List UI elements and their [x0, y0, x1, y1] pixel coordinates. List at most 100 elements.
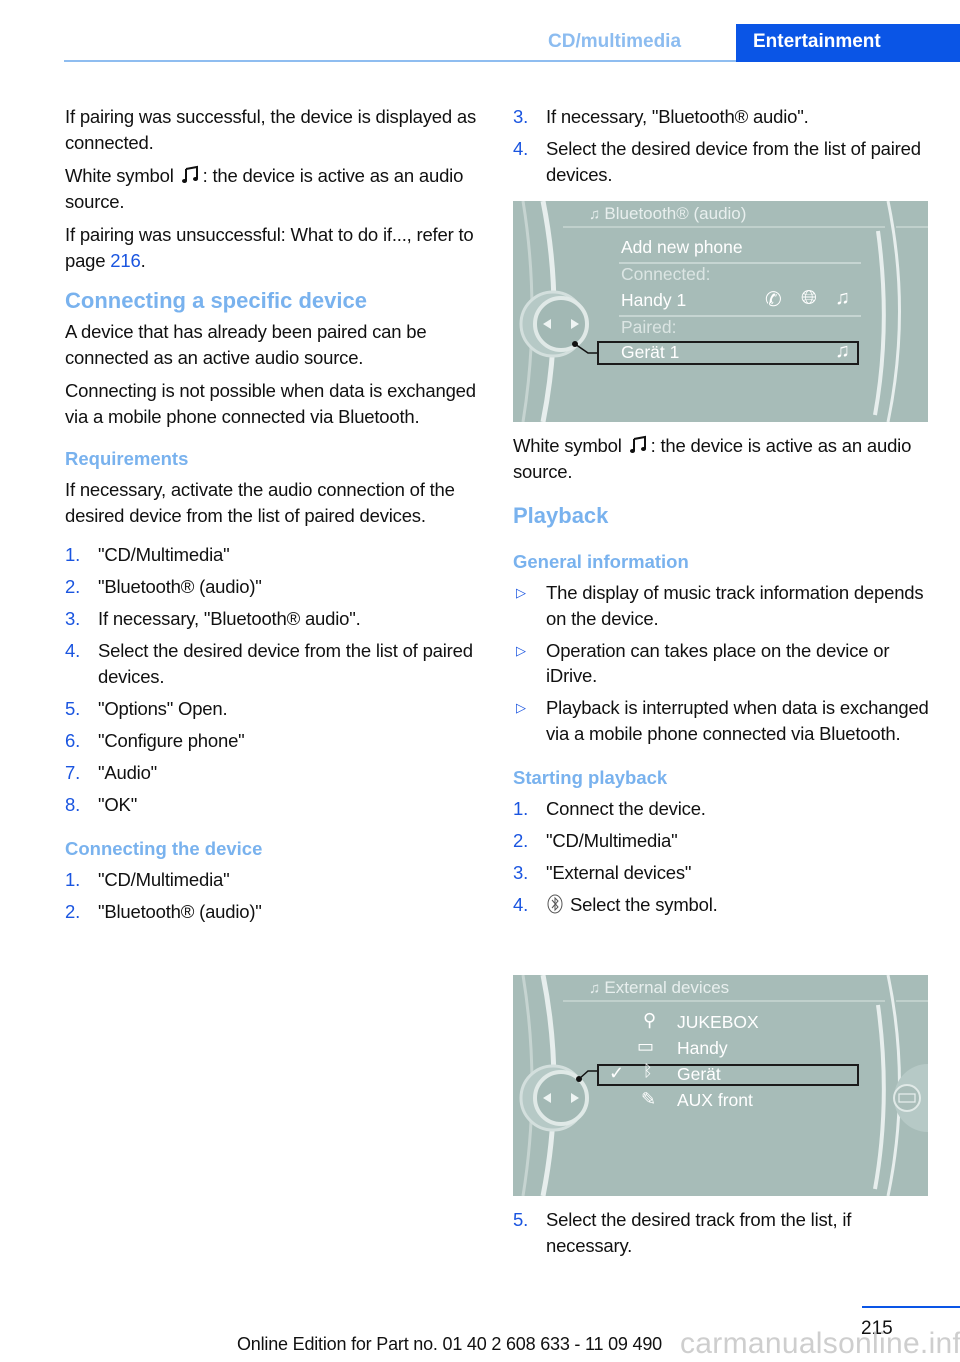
music-note-icon [629, 435, 646, 453]
step-number: 1. [65, 544, 81, 565]
step-text: "Audio" [98, 761, 158, 783]
step-text: "CD/Multimedia" [98, 544, 230, 565]
bullet-item: ▷ Playback is interrupted when data is ex… [513, 695, 931, 746]
step-text: "Bluetooth® (audio)" [98, 576, 262, 597]
music-note-icon [181, 165, 198, 183]
heading-connecting-device: Connecting the device [65, 838, 263, 859]
screen-title-text: External devices [604, 978, 730, 997]
text: White symbol [513, 435, 622, 456]
left-column: If pairing was successful, the device is… [65, 104, 483, 933]
triangle-bullet-icon: ▷ [516, 700, 526, 715]
step-item: 3. If necessary, "Bluetooth® audio". [65, 606, 483, 632]
bullet-text: Playback is interrupted when data is exc… [546, 697, 929, 744]
step-item: 5. Select the desired track from the list… [513, 1207, 931, 1258]
step-number: 4. [513, 894, 529, 915]
external-devices-menu-icon: ♫ [589, 980, 605, 997]
step-number: 1. [513, 798, 529, 819]
step-item: 1. "CD/Multimedia" [65, 542, 483, 568]
menu-item-aux-front[interactable]: AUX front [677, 1090, 753, 1111]
music-note-icon: ♫ [835, 287, 850, 309]
heading-playback: Playback [513, 503, 609, 528]
step-item: 1. Connect the device. [513, 796, 931, 822]
step-number: 3. [513, 106, 529, 127]
aux-plug-icon: ✎ [641, 1089, 657, 1109]
triangle-bullet-icon: ▷ [516, 585, 526, 600]
step-text: "Bluetooth® (audio)" [98, 901, 262, 922]
paragraph-white-symbol: White symbol : the device is active as a… [513, 433, 931, 484]
idrive-screen-bluetooth-audio: ♫ Bluetooth® (audio) Add new phone Conne… [513, 201, 928, 422]
step-text: Select the symbol. [570, 894, 718, 915]
step-item: 2. "Bluetooth® (audio)" [65, 574, 483, 600]
bluetooth-icon: ᛒ [643, 1063, 653, 1080]
menu-item-geraet[interactable]: Gerät [677, 1064, 721, 1085]
bullet-item: ▷ The display of music track information … [513, 580, 931, 631]
paragraph-pairing-success: If pairing was successful, the device is… [65, 106, 476, 153]
connecting-steps-continued: 3. If necessary, "Bluetooth® audio". 4. Se… [513, 104, 931, 187]
bluetooth-audio-menu-icon: ♫ [589, 206, 605, 223]
heading-general-information: General information [513, 551, 689, 572]
label-paired: Paired: [621, 317, 677, 337]
header-rule [64, 60, 736, 62]
requirements-steps: 1. "CD/Multimedia" 2. "Bluetooth® (audio)"… [65, 542, 483, 817]
step-number: 3. [65, 608, 81, 629]
step-number: 3. [513, 862, 529, 883]
chapter-tab-label: Entertainment [753, 31, 881, 52]
step-item: 5. "Options" Open. [65, 696, 483, 722]
step-text: "Options" Open. [98, 697, 228, 719]
paragraph-white-symbol: White symbol : the device is active as a… [65, 163, 483, 214]
step-item: 2. "Bluetooth® (audio)" [65, 899, 483, 925]
right-column: 3. If necessary, "Bluetooth® audio". 4. Se… [513, 104, 931, 195]
heading-requirements: Requirements [65, 448, 189, 469]
menu-item-jukebox[interactable]: JUKEBOX [677, 1012, 759, 1033]
heading-starting-playback: Starting playback [513, 767, 668, 788]
footer-edition: Online Edition for Part no. 01 40 2 608 … [237, 1334, 662, 1354]
step-item: 1. "CD/Multimedia" [65, 867, 483, 893]
checkmark-icon: ✓ [609, 1063, 625, 1083]
connecting-steps: 1. "CD/Multimedia" 2. "Bluetooth® (audio)" [65, 867, 483, 925]
step-item: 7. "Audio" [65, 760, 483, 786]
step-text: Select the desired track from the list, … [546, 1209, 852, 1256]
bluetooth-icon [547, 894, 563, 914]
bullet-text: Operation can takes place on the device … [546, 639, 890, 687]
idrive-screen-external-devices: ♫ External devices ⚲ JUKEBOX ▭ Handy ✓ ᛒ… [513, 975, 928, 1196]
usb-icon: ⚲ [643, 1010, 657, 1030]
step-item: 4. Select the desired device from the lis… [513, 136, 931, 187]
paragraph-not-possible: Connecting is not possible when data is … [65, 380, 476, 427]
text: . [140, 249, 146, 271]
globe-icon: 🌐︎ [801, 287, 817, 309]
screen-title-text: Bluetooth® (audio) [604, 204, 747, 223]
page-link[interactable]: 216 [110, 250, 140, 271]
header-chapter-tab: Entertainment [736, 24, 960, 62]
triangle-bullet-icon: ▷ [516, 642, 526, 658]
final-steps: 5. Select the desired track from the list… [513, 1207, 931, 1258]
right-column-final: 5. Select the desired track from the list… [513, 1207, 931, 1266]
step-item: 8. "OK" [65, 792, 483, 818]
step-number: 6. [65, 729, 81, 751]
menu-item-add-new-phone[interactable]: Add new phone [621, 237, 743, 258]
step-number: 5. [65, 697, 81, 719]
phone-icon: ✆ [765, 289, 782, 311]
step-item: 6. "Configure phone" [65, 728, 483, 754]
step-text: "CD/Multimedia" [98, 869, 230, 890]
step-number: 5. [513, 1209, 529, 1230]
right-column-lower: White symbol : the device is active as a… [513, 433, 931, 926]
menu-item-handy-1[interactable]: Handy 1 [621, 290, 686, 311]
mobile-device-icon: ▭ [637, 1036, 655, 1056]
step-item: 4. Select the symbol. [513, 892, 931, 918]
step-number: 4. [65, 640, 81, 661]
step-number: 2. [65, 901, 81, 922]
step-number: 7. [65, 761, 81, 783]
screen-frame-graphic [519, 201, 928, 422]
paragraph-requirements: If necessary, activate the audio connect… [65, 479, 455, 526]
menu-item-handy[interactable]: Handy [677, 1038, 728, 1059]
bullet-text: The display of music track information d… [546, 582, 924, 629]
page-number-rule [862, 1306, 960, 1308]
screen-title: ♫ External devices [589, 978, 729, 998]
step-number: 4. [513, 138, 529, 159]
text: White symbol [65, 165, 174, 186]
step-number: 1. [65, 869, 81, 890]
step-text: "OK" [98, 793, 138, 815]
menu-item-geraet-1[interactable]: Gerät 1 [621, 342, 679, 363]
music-note-icon: ♫ [835, 340, 850, 362]
step-item: 3. If necessary, "Bluetooth® audio". [513, 104, 931, 130]
